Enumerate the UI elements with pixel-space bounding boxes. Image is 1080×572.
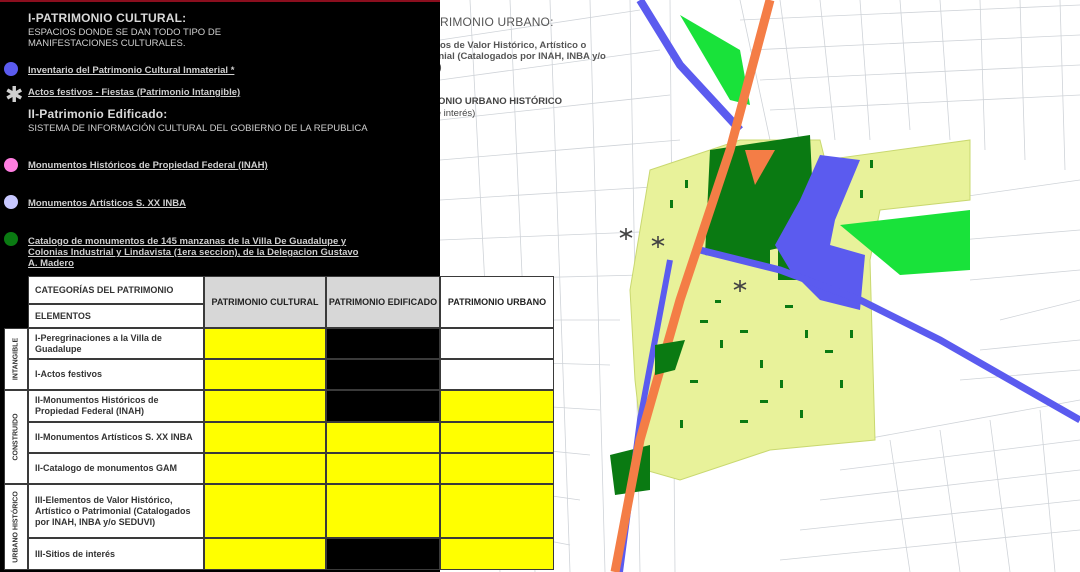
table-cell (326, 538, 440, 570)
asterisk-icon: ✱ (5, 82, 24, 107)
table-cell (204, 359, 326, 390)
table-cell (440, 453, 554, 484)
group-construido: CONSTRUIDO (4, 390, 28, 484)
edificado-title: II-Patrimonio Edificado: (28, 107, 168, 121)
legend-item-inba[interactable]: Monumentos Artísticos S. XX INBA (28, 198, 186, 209)
top-accent-line (0, 0, 440, 2)
column-header-edificado: PATRIMONIO EDIFICADO (326, 276, 440, 328)
table-cell (204, 484, 326, 538)
edificado-subtitle: SISTEMA DE INFORMACIÓN CULTURAL DEL GOBI… (28, 123, 368, 134)
row-label: III-Sitios de interés (28, 538, 204, 570)
row-label: I-Actos festivos (28, 359, 204, 390)
table-cell (326, 390, 440, 422)
table-cell (326, 328, 440, 359)
table-cell (440, 359, 554, 390)
table-cell (440, 390, 554, 422)
row-label: II-Monumentos Artísticos S. XX INBA (28, 422, 204, 453)
table-cell (440, 328, 554, 359)
table-cell (326, 484, 440, 538)
row-label: II-Catalogo de monumentos GAM (28, 453, 204, 484)
table-cell (440, 484, 554, 538)
corner-header-top: CATEGORÍAS DEL PATRIMONIO (28, 276, 204, 304)
column-header-cultural: PATRIMONIO CULTURAL (204, 276, 326, 328)
corner-header-bottom: ELEMENTOS (28, 304, 204, 328)
row-label: III-Elementos de Valor Histórico, Artíst… (28, 484, 204, 538)
row-label: II-Monumentos Históricos de Propiedad Fe… (28, 390, 204, 422)
table-cell (326, 422, 440, 453)
cultural-title: I-PATRIMONIO CULTURAL: (28, 11, 187, 25)
table-cell (204, 422, 326, 453)
legend-item-catalogo[interactable]: Catalogo de monumentos de 145 manzanas d… (28, 236, 368, 269)
table-cell (204, 328, 326, 359)
group-urbano-historico: URBANO HISTÓRICO (4, 484, 28, 570)
row-label: I-Peregrinaciones a la Villa de Guadalup… (28, 328, 204, 359)
lavender-dot-icon (4, 195, 18, 209)
table-cell (204, 390, 326, 422)
legend-item-actos[interactable]: Actos festivos - Fiestas (Patrimonio Int… (28, 87, 240, 98)
table-cell (204, 538, 326, 570)
table-cell (204, 453, 326, 484)
group-intangible: INTANGIBLE (4, 328, 28, 390)
heritage-table: CATEGORÍAS DEL PATRIMONIO ELEMENTOS PATR… (2, 276, 558, 570)
legend-item-inmaterial[interactable]: Inventario del Patrimonio Cultural Inmat… (28, 65, 234, 76)
table-cell (326, 453, 440, 484)
dark-green-dot-icon (4, 232, 18, 246)
table-cell (440, 538, 554, 570)
table-cell (326, 359, 440, 390)
column-header-urbano: PATRIMONIO URBANO (440, 276, 554, 328)
pink-dot-icon (4, 158, 18, 172)
cultural-subtitle: ESPACIOS DONDE SE DAN TODO TIPO DE MANIF… (28, 27, 222, 49)
table-cell (440, 422, 554, 453)
legend-item-inah[interactable]: Monumentos Históricos de Propiedad Feder… (28, 160, 268, 171)
blue-dot-icon (4, 62, 18, 76)
